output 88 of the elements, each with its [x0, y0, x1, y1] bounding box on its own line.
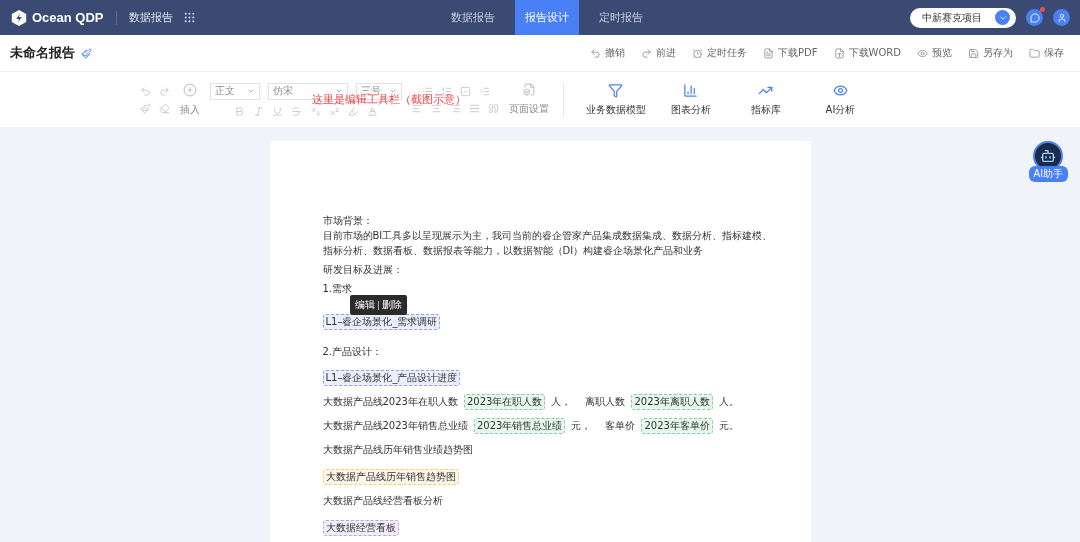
data-tag[interactable]: L1–睿企场景化_需求调研 [322, 314, 441, 330]
align-left-icon[interactable] [412, 102, 423, 114]
paragraph: 目前市场的BI工具多以呈现展示为主，我司当前的睿企管家产品集成数据集成、数据分析、指标建模、指标分析、数据看板、数据报表等能力，以数据智能（DI）构建睿企场景化产品和业务 [322, 229, 773, 258]
schedule-icon [692, 47, 704, 59]
paragraph: 研发目标及进展： [322, 263, 404, 277]
dropdown-icon [995, 10, 1010, 25]
download-pdf-button[interactable]: 下载PDF [757, 46, 824, 60]
highlighter-icon[interactable] [348, 105, 359, 117]
subscript-icon[interactable] [310, 105, 321, 117]
project-select[interactable]: 中新赛克项目 [910, 7, 1016, 28]
report-title: 未命名报告 [10, 44, 75, 62]
module-title: 数据报告 [128, 10, 173, 25]
paragraph: 大数据产品线经营看板分析 [322, 494, 444, 508]
eye-icon [833, 82, 848, 98]
undo-icon[interactable] [140, 85, 151, 97]
redo-icon [641, 47, 653, 59]
apps-grid-icon[interactable] [182, 11, 196, 24]
data-tag[interactable]: 2023年在职人数 [463, 394, 546, 410]
style-select[interactable]: 正文 [210, 82, 260, 100]
checklist-icon[interactable] [459, 85, 471, 97]
save-icon [1029, 47, 1040, 59]
logo-text: Ocean QDP [32, 10, 104, 25]
text: 离职人数 [585, 395, 626, 409]
message-button[interactable] [1026, 9, 1043, 26]
page-setup-icon[interactable] [522, 83, 536, 96]
text: 人， [551, 395, 572, 409]
undo-icon [590, 47, 602, 59]
delete-link[interactable]: 删除 [381, 298, 402, 312]
italic-icon[interactable] [253, 105, 264, 117]
save-as-button[interactable]: 另存为 [962, 46, 1019, 60]
text: 大数据产品线2023年销售总业绩 [322, 419, 468, 433]
data-tag[interactable]: 大数据经营看板 [322, 520, 399, 536]
bar-chart-icon [683, 82, 698, 98]
text: 元。 [718, 419, 739, 433]
download-word-button[interactable]: 下载WORD [827, 46, 907, 60]
redo-icon[interactable] [159, 85, 170, 97]
chat-bubble-icon [1029, 12, 1040, 23]
page-setup-label[interactable]: 页面设置 [509, 102, 549, 116]
user-icon [1056, 12, 1067, 23]
nav-tab[interactable]: 数据报告 [441, 0, 505, 35]
download-pdf-icon [763, 47, 775, 59]
preview-icon [917, 47, 928, 59]
data-tag[interactable]: L1–睿企场景化_产品设计进度 [322, 370, 461, 386]
redo-button[interactable]: 前进 [635, 46, 683, 60]
format-painter-icon[interactable] [140, 102, 151, 114]
ai-assistant-button[interactable]: AI助手 [1028, 141, 1068, 182]
save-button[interactable]: 保存 [1023, 46, 1070, 60]
analysis-tool-button[interactable]: AI分析 [803, 82, 878, 117]
paragraph: 市场背景： [322, 214, 374, 228]
nav-tab[interactable]: 报告设计 [515, 0, 579, 35]
superscript-icon[interactable] [329, 105, 340, 117]
logo-icon [10, 8, 28, 27]
analysis-tool-button[interactable]: 业务数据模型 [578, 82, 653, 117]
preview-button[interactable]: 预览 [911, 46, 958, 60]
caret-icon [389, 87, 397, 95]
text: 人。 [718, 395, 739, 409]
caret-icon [247, 87, 255, 95]
funnel-icon [608, 82, 623, 98]
quote-icon[interactable] [488, 102, 499, 114]
schedule-button[interactable]: 定时任务 [686, 46, 754, 60]
align-justify-icon[interactable] [469, 102, 480, 114]
caret-icon [335, 87, 343, 95]
indent-icon[interactable] [478, 85, 490, 97]
save-as-icon [968, 47, 979, 59]
bold-icon[interactable] [234, 105, 245, 117]
underline-icon[interactable] [272, 105, 283, 117]
analysis-tool-button[interactable]: 图表分析 [653, 82, 728, 117]
paragraph: 2.产品设计： [322, 345, 384, 359]
font-color-icon[interactable] [367, 105, 378, 117]
paragraph: 1.需求 [322, 282, 354, 296]
data-tag[interactable]: 2023年离职人数 [631, 394, 713, 410]
insert-icon[interactable] [183, 82, 197, 97]
text: 客单价 [605, 419, 636, 433]
eraser-icon[interactable] [159, 102, 170, 114]
text: 元， [571, 419, 592, 433]
undo-button[interactable]: 撤销 [584, 46, 632, 60]
paragraph: 大数据产品线历年销售业绩趋势图 [322, 443, 474, 457]
download-word-icon [833, 47, 845, 59]
nav-tab[interactable]: 定时报告 [589, 0, 653, 35]
analysis-tool-button[interactable]: 指标库 [728, 82, 803, 117]
user-avatar[interactable] [1053, 9, 1070, 26]
insert-label[interactable]: 插入 [180, 102, 200, 117]
strikethrough-icon[interactable] [291, 105, 302, 117]
data-tag[interactable]: 2023年客单价 [641, 418, 713, 434]
data-tag[interactable]: 大数据产品线历年销售趋势图 [322, 469, 459, 485]
text: 大数据产品线2023年在职人数 [322, 395, 458, 409]
edit-link[interactable]: 编辑 [354, 298, 375, 312]
data-tag[interactable]: 2023年销售总业绩 [473, 418, 566, 434]
